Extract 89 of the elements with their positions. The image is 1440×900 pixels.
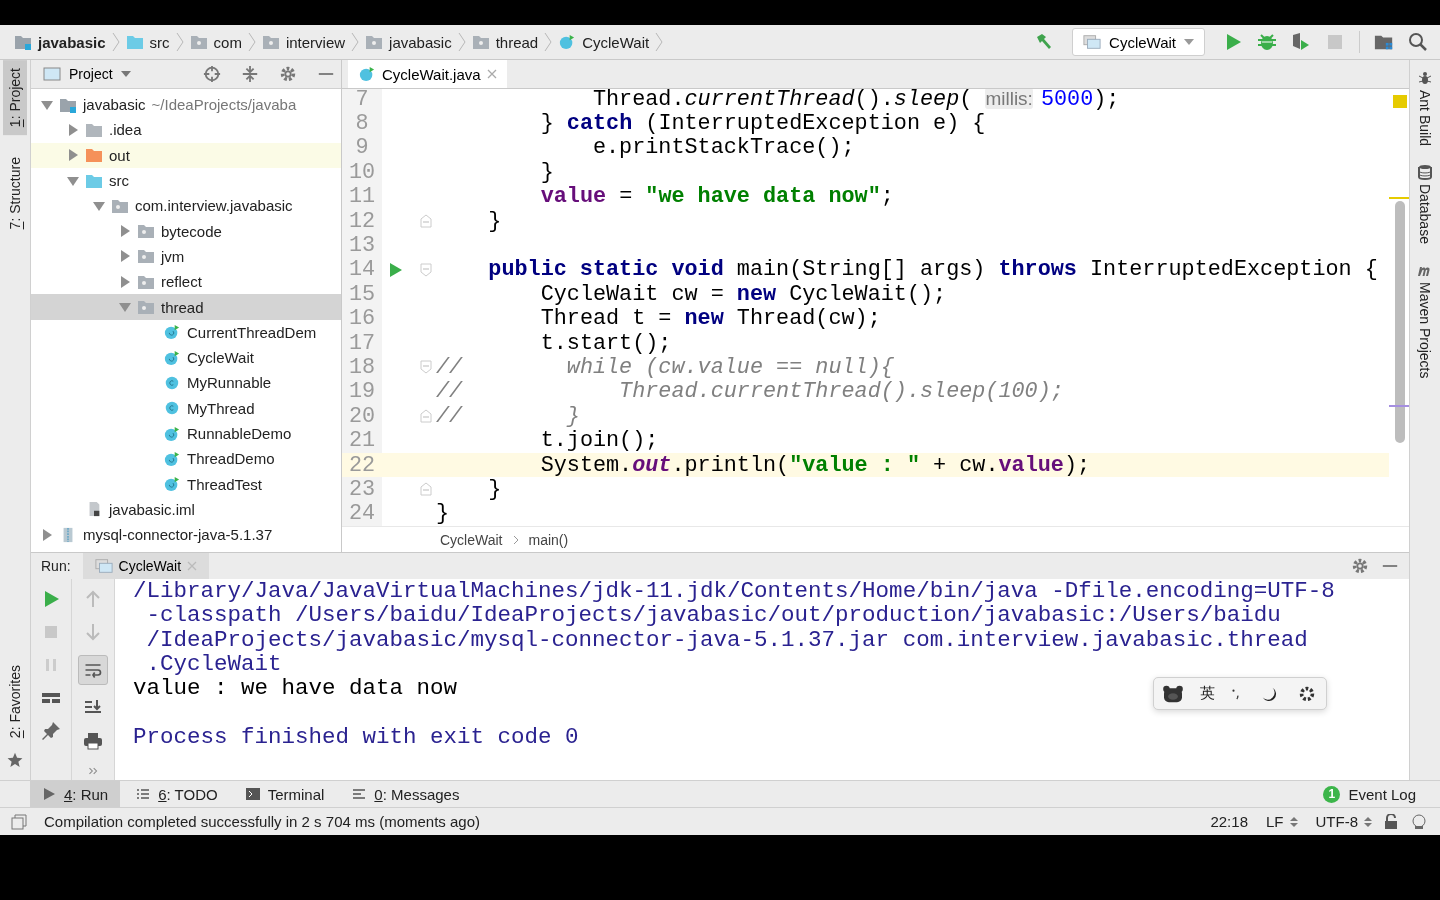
line-number: 7: [342, 89, 382, 112]
tree-item[interactable]: reflect: [31, 269, 341, 295]
breadcrumb-item[interactable]: src: [125, 33, 170, 51]
line-number: 14: [342, 257, 382, 283]
code-line: // }: [436, 403, 580, 429]
line-number: 18: [342, 355, 382, 380]
tool-window-button[interactable]: 1: Project: [3, 60, 27, 136]
tree-item[interactable]: com.interview.javabasic: [31, 193, 341, 219]
event-log-button[interactable]: 1 Event Log: [1311, 781, 1428, 807]
code-line: public static void main(String[] args) throws InterruptedException {: [488, 257, 1378, 283]
line-number: 8: [342, 111, 382, 136]
code-line: Thread t = new Thread(cw);: [540, 306, 881, 332]
code-line: // Thread.currentThread().sleep(100);: [436, 379, 1064, 405]
code-line: value = "we have data now";: [540, 184, 894, 210]
code-line: }: [488, 208, 502, 234]
breadcrumb-item[interactable]: interview: [261, 33, 346, 51]
tool-window-button[interactable]: Terminal: [233, 781, 337, 807]
tool-window-button[interactable]: Maven Projects: [1413, 280, 1437, 387]
breadcrumb-item[interactable]: thread: [471, 33, 539, 51]
code-line: }: [540, 159, 554, 185]
tool-window-button[interactable]: 7: Structure: [3, 149, 27, 238]
line-number: 11: [342, 184, 382, 209]
console-line: Process finished with exit code 0: [133, 724, 579, 750]
line-number: 24: [342, 501, 382, 526]
console-line: /IdeaProjects/javabasic/mysql-connector-java-5.1.37.jar com.interview.javabasic.thread: [145, 627, 1308, 652]
breadcrumb-item[interactable]: main(): [528, 531, 569, 548]
line-number: 20: [342, 404, 382, 429]
code-line: e.printStackTrace();: [592, 135, 855, 161]
tree-item[interactable]: RunnableDemo: [31, 420, 341, 447]
line-number: 13: [342, 233, 382, 258]
line-number: 12: [342, 208, 382, 234]
tree-item[interactable]: CurrentThreadDem: [31, 319, 341, 345]
code-line: }: [436, 501, 450, 526]
code-line: CycleWait cw = new CycleWait();: [540, 281, 947, 307]
breadcrumb-item[interactable]: com: [189, 33, 242, 51]
language-mode[interactable]: 英: [1200, 684, 1216, 703]
code-line: } catch (InterruptedException e) {: [540, 111, 986, 137]
tool-window-button[interactable]: 2: Favorites: [3, 656, 27, 746]
tool-window-button[interactable]: 0: Messages: [340, 781, 472, 807]
line-number: 21: [342, 428, 382, 453]
tree-item[interactable]: src: [31, 167, 341, 194]
tree-item[interactable]: javabasic ~/IdeaProjects/javaba: [31, 92, 341, 118]
line-number: 15: [342, 282, 382, 307]
caret-position[interactable]: 22:18: [1210, 813, 1248, 830]
code-line: System.out.println("value : " + cw.value);: [540, 452, 1091, 478]
code-line: // while (cw.value == null){: [436, 355, 894, 380]
file-encoding[interactable]: UTF-8: [1315, 813, 1358, 830]
notification-badge: 1: [1323, 785, 1341, 803]
tool-window-button[interactable]: Database: [1413, 182, 1437, 252]
code-line: }: [488, 476, 502, 502]
tree-item[interactable]: .idea: [31, 117, 341, 143]
breadcrumb-item[interactable]: CycleWait: [440, 531, 503, 548]
breadcrumb-item[interactable]: CycleWait: [558, 33, 650, 51]
breadcrumb-item[interactable]: javabasic: [365, 33, 452, 51]
tree-item[interactable]: javabasic.iml: [31, 496, 341, 523]
tool-window-button[interactable]: Ant Build: [1413, 88, 1437, 155]
tree-item[interactable]: ThreadTest: [31, 471, 341, 497]
line-number: 9: [342, 135, 382, 161]
line-number: 19: [342, 379, 382, 405]
tree-item[interactable]: jvm: [31, 243, 341, 270]
run-tab[interactable]: CycleWait: [82, 553, 210, 579]
line-number: 10: [342, 160, 382, 185]
tree-item[interactable]: bytecode: [31, 218, 341, 244]
code-line: t.start();: [540, 330, 672, 356]
console-line: -classpath /Users/baidu/IdeaProjects/javabasic/out/production/javabasic:/Users/baidu: [145, 603, 1281, 628]
line-separator[interactable]: LF: [1266, 813, 1284, 830]
run-label: Run:: [41, 558, 71, 574]
breadcrumb-item[interactable]: javabasic: [14, 33, 106, 51]
code-line: Thread.currentThread().sleep( millis: 5000);: [592, 89, 1120, 112]
tree-item[interactable]: out: [31, 142, 341, 168]
tree-item[interactable]: ThreadDemo: [31, 446, 341, 472]
console-line: .CycleWait: [145, 651, 282, 677]
editor-tab[interactable]: CycleWait.java: [348, 60, 507, 88]
tree-item[interactable]: MyRunnable: [31, 370, 341, 396]
line-number: 23: [342, 477, 382, 502]
line-number: 17: [342, 330, 382, 356]
line-number: 16: [342, 306, 382, 331]
tree-item[interactable]: MyThread: [31, 395, 341, 421]
tree-item[interactable]: mysql-connector-java-5.1.37: [31, 522, 341, 548]
run-configuration-dropdown[interactable]: CycleWait: [1072, 28, 1205, 56]
tree-item[interactable]: CycleWait: [31, 344, 341, 371]
tool-window-button[interactable]: 4: Run: [30, 781, 121, 807]
console-line: value : we have data now: [133, 676, 458, 701]
code-line: t.join();: [540, 428, 659, 454]
tree-item[interactable]: thread: [31, 294, 341, 320]
status-message: Compilation completed successfully in 2 s 704 ms (moments ago): [44, 813, 481, 830]
project-view-dropdown[interactable]: Project: [37, 65, 137, 83]
console-line: /Library/Java/JavaVirtualMachines/jdk-11.jdk/Contents/Home/bin/java -Dfile.encoding=UTF-8: [133, 579, 1335, 604]
tool-window-button[interactable]: 6: TODO: [124, 781, 230, 807]
